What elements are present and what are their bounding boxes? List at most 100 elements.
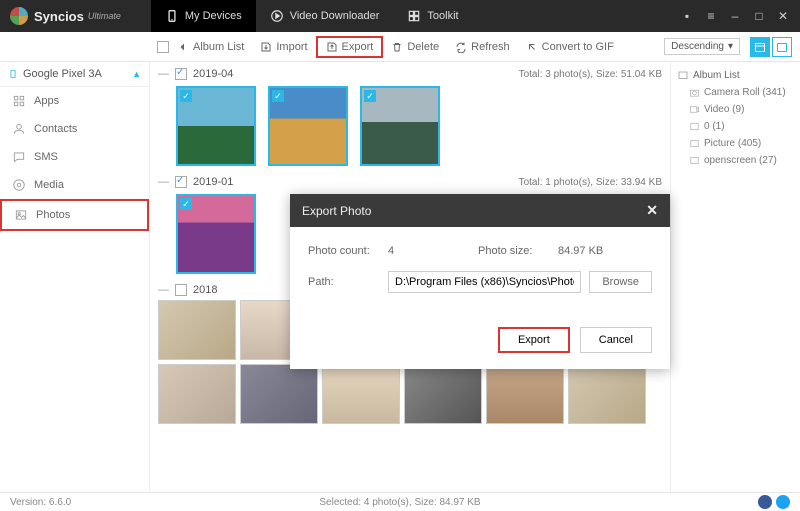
group-header[interactable]: — 2019-01 Total: 1 photo(s), Size: 33.94… bbox=[158, 174, 662, 190]
tab-label: My Devices bbox=[185, 10, 242, 22]
import-icon bbox=[260, 41, 272, 53]
tab-label: Toolkit bbox=[427, 10, 458, 22]
photo-thumbnail[interactable] bbox=[486, 364, 564, 424]
grid-icon bbox=[407, 9, 421, 23]
browse-button[interactable]: Browse bbox=[589, 271, 652, 293]
nav-contacts[interactable]: Contacts bbox=[0, 115, 149, 143]
trash-icon bbox=[391, 41, 403, 53]
nav-label: Media bbox=[34, 179, 64, 191]
facebook-icon[interactable] bbox=[758, 495, 772, 509]
group-name: 2019-01 bbox=[193, 176, 233, 188]
apps-icon bbox=[12, 94, 26, 108]
camera-icon bbox=[689, 87, 700, 98]
sms-icon bbox=[12, 150, 26, 164]
check-icon: ✓ bbox=[272, 90, 284, 102]
group-checkbox[interactable] bbox=[175, 176, 187, 188]
photo-thumbnail[interactable]: ✓ bbox=[176, 194, 256, 274]
group-checkbox[interactable] bbox=[175, 68, 187, 80]
select-all-checkbox[interactable] bbox=[157, 41, 169, 53]
play-icon bbox=[270, 9, 284, 23]
app-logo bbox=[10, 7, 28, 25]
photo-thumbnail[interactable]: ✓ bbox=[360, 86, 440, 166]
collapse-icon[interactable]: — bbox=[158, 68, 169, 80]
close-icon[interactable]: ✕ bbox=[646, 202, 658, 219]
check-icon: ✓ bbox=[180, 198, 192, 210]
export-icon bbox=[326, 41, 338, 53]
photo-thumbnail[interactable] bbox=[322, 364, 400, 424]
btn-label: Convert to GIF bbox=[542, 41, 614, 53]
nav-apps[interactable]: Apps bbox=[0, 87, 149, 115]
photo-count-value: 4 bbox=[388, 245, 478, 257]
photo-thumbnail[interactable] bbox=[158, 364, 236, 424]
photo-thumbnail[interactable] bbox=[240, 364, 318, 424]
close-icon[interactable]: ✕ bbox=[776, 9, 790, 23]
delete-button[interactable]: Delete bbox=[383, 36, 447, 58]
tab-toolkit[interactable]: Toolkit bbox=[393, 0, 472, 32]
group-stats: Total: 1 photo(s), Size: 33.94 KB bbox=[519, 177, 662, 188]
image-icon bbox=[689, 155, 700, 166]
cancel-button[interactable]: Cancel bbox=[580, 327, 652, 353]
refresh-icon bbox=[455, 41, 467, 53]
album-item[interactable]: Camera Roll (341) bbox=[675, 84, 796, 101]
photo-thumbnail[interactable] bbox=[158, 300, 236, 360]
photo-thumbnail[interactable] bbox=[568, 364, 646, 424]
media-icon bbox=[12, 178, 26, 192]
path-input[interactable] bbox=[388, 271, 581, 293]
collapse-icon[interactable]: — bbox=[158, 284, 169, 296]
dialog-titlebar: Export Photo ✕ bbox=[290, 194, 670, 227]
convert-gif-button[interactable]: Convert to GIF bbox=[518, 36, 622, 58]
nav-media[interactable]: Media bbox=[0, 171, 149, 199]
version-label: Version: 6.6.0 bbox=[10, 497, 71, 508]
export-confirm-button[interactable]: Export bbox=[498, 327, 570, 353]
album-label: 0 (1) bbox=[704, 121, 725, 132]
photo-thumbnail[interactable]: ✓ bbox=[176, 86, 256, 166]
maximize-icon[interactable]: □ bbox=[752, 9, 766, 23]
menu-icon[interactable]: ≡ bbox=[704, 9, 718, 23]
album-label: openscreen (27) bbox=[704, 155, 777, 166]
album-label: Picture (405) bbox=[704, 138, 761, 149]
device-selector[interactable]: Google Pixel 3A ▲ bbox=[0, 62, 149, 87]
nav-label: Apps bbox=[34, 95, 59, 107]
nav-sms[interactable]: SMS bbox=[0, 143, 149, 171]
tab-video-downloader[interactable]: Video Downloader bbox=[256, 0, 394, 32]
check-icon: ✓ bbox=[364, 90, 376, 102]
image-icon bbox=[689, 138, 700, 149]
sort-label: Descending bbox=[671, 41, 724, 52]
photo-thumbnail[interactable] bbox=[404, 364, 482, 424]
import-button[interactable]: Import bbox=[252, 36, 315, 58]
album-item[interactable]: Picture (405) bbox=[675, 135, 796, 152]
check-icon: ✓ bbox=[180, 90, 192, 102]
chevron-up-icon: ▲ bbox=[132, 69, 141, 79]
sort-button[interactable]: Descending ▾ bbox=[664, 38, 740, 55]
folder-icon bbox=[677, 69, 689, 81]
export-button[interactable]: Export bbox=[316, 36, 384, 58]
image-icon bbox=[689, 121, 700, 132]
device-icon bbox=[8, 67, 18, 81]
nav-photos[interactable]: Photos bbox=[0, 199, 149, 231]
tab-my-devices[interactable]: My Devices bbox=[151, 0, 256, 32]
chat-icon[interactable]: ▪ bbox=[680, 9, 694, 23]
group-header[interactable]: — 2019-04 Total: 3 photo(s), Size: 51.04… bbox=[158, 66, 662, 82]
album-item[interactable]: 0 (1) bbox=[675, 118, 796, 135]
back-arrow-icon bbox=[177, 41, 189, 53]
group-name: 2019-04 bbox=[193, 68, 233, 80]
grid-view-button[interactable] bbox=[750, 37, 770, 57]
photo-thumbnail[interactable]: ✓ bbox=[268, 86, 348, 166]
refresh-button[interactable]: Refresh bbox=[447, 36, 518, 58]
group-checkbox[interactable] bbox=[175, 284, 187, 296]
nav-label: Photos bbox=[36, 209, 70, 221]
album-list-button[interactable]: Album List bbox=[169, 36, 252, 58]
btn-label: Delete bbox=[407, 41, 439, 53]
twitter-icon[interactable] bbox=[776, 495, 790, 509]
album-label: Camera Roll (341) bbox=[704, 87, 786, 98]
collapse-icon[interactable]: — bbox=[158, 176, 169, 188]
phone-icon bbox=[165, 9, 179, 23]
list-view-button[interactable] bbox=[772, 37, 792, 57]
video-icon bbox=[689, 104, 700, 115]
minimize-icon[interactable]: – bbox=[728, 9, 742, 23]
titlebar: Syncios Ultimate My Devices Video Downlo… bbox=[0, 0, 800, 32]
group-stats: Total: 3 photo(s), Size: 51.04 KB bbox=[519, 69, 662, 80]
album-item[interactable]: Video (9) bbox=[675, 101, 796, 118]
group-name: 2018 bbox=[193, 284, 217, 296]
album-item[interactable]: openscreen (27) bbox=[675, 152, 796, 169]
